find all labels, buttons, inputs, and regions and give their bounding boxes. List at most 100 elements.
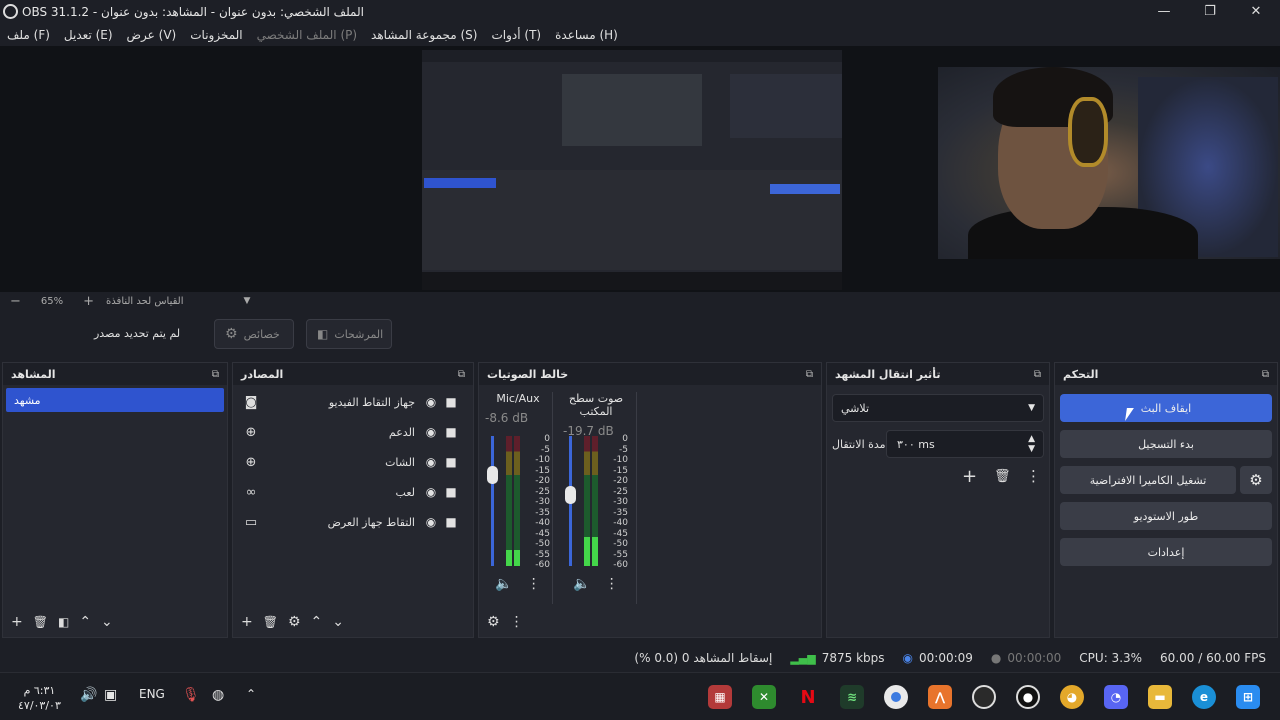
dropped-frames: إسقاط المشاهد 0 (0.0 %) bbox=[634, 651, 773, 665]
speaker-icon[interactable]: 🔈 bbox=[573, 576, 590, 592]
meter-tick-label: -25 bbox=[535, 486, 550, 497]
remove-source-button[interactable]: 🗑 bbox=[263, 615, 278, 629]
duration-spinbox[interactable]: ٣٠٠ ms ▲ ▼ bbox=[886, 430, 1044, 458]
scene-item[interactable]: مشهد bbox=[6, 388, 224, 412]
menu-file[interactable]: ملف (F) bbox=[0, 28, 57, 42]
transition-select[interactable]: تلاشي ▼ bbox=[832, 394, 1044, 422]
minimize-button[interactable]: — bbox=[1144, 2, 1184, 22]
remove-scene-button[interactable]: 🗑 bbox=[33, 615, 48, 629]
zoom-dropdown-icon[interactable]: ▼ bbox=[243, 296, 250, 306]
network-icon[interactable]: ▣ bbox=[104, 687, 117, 703]
app-icon-dark[interactable]: ● bbox=[1016, 685, 1040, 709]
eye-icon[interactable]: ◉ bbox=[421, 425, 441, 439]
zoom-value: 65% bbox=[40, 295, 64, 307]
nvidia-icon[interactable]: ≋ bbox=[840, 685, 864, 709]
app-icon-orange[interactable]: ⋀ bbox=[928, 685, 952, 709]
eye-icon[interactable]: ◉ bbox=[421, 515, 441, 529]
camera-off-icon[interactable]: ◍ bbox=[212, 687, 224, 703]
move-scene-down-button[interactable]: ⌄ bbox=[101, 614, 113, 630]
speaker-icon[interactable]: 🔈 bbox=[495, 576, 512, 592]
microphone-icon[interactable]: 🎙 bbox=[182, 687, 200, 703]
lock-icon[interactable]: ■ bbox=[441, 455, 461, 469]
controls-title: التحكم bbox=[1063, 367, 1099, 381]
source-properties-button[interactable]: ⚙ bbox=[288, 614, 301, 630]
source-item[interactable]: ⊕ الشات ◉ ■ bbox=[233, 447, 473, 477]
zoom-out-button[interactable]: − bbox=[10, 294, 21, 309]
transition-menu-button[interactable]: ⋮ bbox=[1026, 467, 1041, 485]
zoom-mode-label[interactable]: القياس لحد النافذة bbox=[106, 296, 183, 307]
scene-filters-button[interactable]: ◧ bbox=[58, 615, 69, 629]
virtual-camera-settings-button[interactable]: ⚙ bbox=[1240, 466, 1272, 494]
chrome-icon[interactable] bbox=[884, 685, 908, 709]
lock-icon[interactable]: ■ bbox=[441, 515, 461, 529]
undock-icon[interactable]: ⧉ bbox=[212, 369, 219, 380]
tray-chevron-up-icon[interactable]: ⌃ bbox=[246, 687, 256, 701]
studio-mode-button[interactable]: طور الاستوديو bbox=[1060, 502, 1272, 530]
zoom-bar: − 65% + القياس لحد النافذة ▼ bbox=[0, 292, 1280, 310]
windows-start-icon[interactable]: ⊞ bbox=[1236, 685, 1260, 709]
source-item[interactable]: ∞ لعب ◉ ■ bbox=[233, 477, 473, 507]
menu-tools[interactable]: أدوات (T) bbox=[484, 28, 548, 42]
file-explorer-icon[interactable]: ▬ bbox=[1148, 685, 1172, 709]
remove-transition-button[interactable]: 🗑 bbox=[994, 469, 1011, 484]
close-button[interactable]: ✕ bbox=[1236, 2, 1276, 22]
lock-icon[interactable]: ■ bbox=[441, 485, 461, 499]
lock-icon[interactable]: ■ bbox=[441, 425, 461, 439]
start-recording-button[interactable]: بدء التسجيل bbox=[1060, 430, 1272, 458]
eye-icon[interactable]: ◉ bbox=[421, 485, 441, 499]
volume-icon[interactable]: 🔊 bbox=[80, 687, 97, 703]
stop-streaming-button[interactable]: ايقاف البث bbox=[1060, 394, 1272, 422]
move-scene-up-button[interactable]: ⌃ bbox=[79, 614, 91, 630]
source-item[interactable]: ⊕ الدعم ◉ ■ bbox=[233, 417, 473, 447]
source-item[interactable]: ◙ جهاز التقاط الفيديو ◉ ■ bbox=[233, 387, 473, 417]
meter-tick-label: -40 bbox=[535, 518, 550, 528]
advanced-audio-button[interactable]: ⚙ bbox=[487, 614, 500, 630]
undock-icon[interactable]: ⧉ bbox=[1034, 369, 1041, 380]
menu-profile[interactable]: الملف الشخصي (P) bbox=[250, 28, 364, 42]
clock-date[interactable]: ٤٧/٠٣/٠٣ bbox=[18, 698, 61, 713]
source-item[interactable]: ▭ التقاط جهاز العرض ◉ ■ bbox=[233, 507, 473, 537]
app-icon-sniping[interactable]: ▦ bbox=[708, 685, 732, 709]
discord-icon[interactable]: ◔ bbox=[1104, 685, 1128, 709]
obs-taskbar-icon[interactable] bbox=[972, 685, 996, 709]
start-virtual-camera-button[interactable]: تشغيل الكاميرا الافتراضية bbox=[1060, 466, 1236, 494]
channel-menu-button[interactable]: ⋮ bbox=[527, 576, 541, 592]
source-label: جهاز التقاط الفيديو bbox=[328, 395, 415, 409]
menu-edit[interactable]: تعديل (E) bbox=[57, 28, 120, 42]
volume-fader[interactable] bbox=[565, 436, 576, 566]
add-source-button[interactable]: + bbox=[241, 614, 253, 630]
settings-button[interactable]: إعدادات bbox=[1060, 538, 1272, 566]
properties-button[interactable]: ⚙ خصائص bbox=[214, 319, 294, 349]
move-source-up-button[interactable]: ⌃ bbox=[311, 614, 323, 630]
eye-icon[interactable]: ◉ bbox=[421, 395, 441, 409]
spin-arrows-icon[interactable]: ▲ ▼ bbox=[1028, 434, 1035, 454]
menu-view[interactable]: عرض (V) bbox=[120, 28, 184, 42]
menu-scene-collection[interactable]: مجموعة المشاهد (S) bbox=[364, 28, 484, 42]
filters-button[interactable]: ◧ المرشحات bbox=[306, 319, 392, 349]
mixer-menu-button[interactable]: ⋮ bbox=[510, 614, 524, 630]
app-icon-yellow[interactable]: ◕ bbox=[1060, 685, 1084, 709]
add-scene-button[interactable]: + bbox=[11, 614, 23, 630]
undock-icon[interactable]: ⧉ bbox=[806, 369, 813, 380]
menu-docks[interactable]: المخزونات bbox=[183, 28, 249, 42]
clock-time[interactable]: ٦:٣١ م bbox=[18, 683, 61, 698]
undock-icon[interactable]: ⧉ bbox=[1262, 369, 1269, 380]
meter-tick-label: -20 bbox=[535, 476, 550, 486]
level-meter bbox=[584, 436, 590, 566]
eye-icon[interactable]: ◉ bbox=[421, 455, 441, 469]
language-indicator[interactable]: ENG bbox=[139, 687, 165, 701]
xbox-icon[interactable]: ✕ bbox=[752, 685, 776, 709]
zoom-in-button[interactable]: + bbox=[83, 294, 94, 309]
netflix-icon[interactable]: N bbox=[796, 685, 820, 709]
move-source-down-button[interactable]: ⌄ bbox=[332, 614, 344, 630]
edge-icon[interactable]: e bbox=[1192, 685, 1216, 709]
channel-menu-button[interactable]: ⋮ bbox=[605, 576, 619, 592]
volume-fader[interactable] bbox=[487, 436, 498, 566]
undock-icon[interactable]: ⧉ bbox=[458, 369, 465, 380]
add-transition-button[interactable]: + bbox=[962, 466, 977, 487]
meter-tick-label: -10 bbox=[535, 455, 550, 465]
restore-button[interactable]: ❐ bbox=[1190, 2, 1230, 22]
menu-help[interactable]: مساعدة (H) bbox=[548, 28, 625, 42]
properties-label: خصائص bbox=[243, 327, 280, 341]
lock-icon[interactable]: ■ bbox=[441, 395, 461, 409]
